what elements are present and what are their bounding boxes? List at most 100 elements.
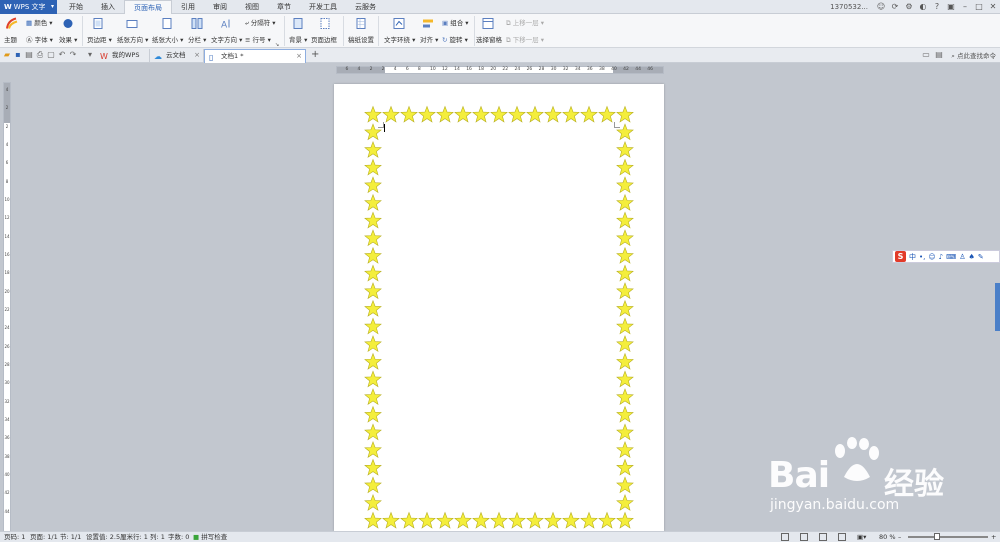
zoom-level[interactable]: 80 % — [879, 532, 896, 542]
menu-page-layout[interactable]: 页面布局 — [124, 0, 172, 14]
tab-document-1[interactable]: ▯ 文档1 * × — [204, 49, 306, 63]
tab-cloud-docs[interactable]: ☁ 云文档 × — [150, 49, 204, 63]
print-preview-icon[interactable]: ▢ — [46, 50, 56, 60]
smiley-icon[interactable]: ☺ — [875, 1, 887, 13]
spell-check-toggle[interactable]: ■ 拼写检查 — [193, 532, 227, 542]
reading-mode-icon[interactable]: ▣▾ — [857, 532, 866, 542]
print-icon[interactable]: ⎙ — [35, 50, 45, 60]
comment-icon[interactable]: ▭ — [921, 50, 931, 60]
page-border-button[interactable]: 页面边框 — [311, 34, 337, 44]
help-icon[interactable]: ? — [931, 1, 943, 13]
user-name[interactable]: 1370532... — [830, 3, 868, 11]
status-row[interactable]: 行: 1 — [133, 532, 148, 542]
maximize-icon[interactable]: □ — [973, 1, 985, 13]
menu-view[interactable]: 视图 — [236, 0, 268, 14]
ime-language[interactable]: 中 — [909, 252, 916, 262]
breaks-button[interactable]: ⤶ 分隔符 ▾ — [245, 17, 276, 28]
punctuation-icon[interactable]: •, — [919, 253, 925, 261]
close-tab-icon[interactable]: × — [296, 50, 302, 63]
side-panel-toggle[interactable] — [995, 283, 1000, 331]
effect-button[interactable]: 效果 ▾ — [59, 34, 77, 44]
menu-home[interactable]: 开始 — [60, 0, 92, 14]
columns-button[interactable]: 分栏 ▾ — [188, 34, 206, 44]
page-border-icon — [320, 18, 330, 29]
export-pdf-icon[interactable]: ▤ — [24, 50, 34, 60]
zoom-slider-track[interactable] — [908, 536, 988, 538]
text-wrap-button[interactable]: 文字环绕 ▾ — [384, 34, 415, 44]
selection-pane-button[interactable]: 选择窗格 — [476, 34, 502, 44]
group-button[interactable]: ▣ 组合 ▾ — [442, 17, 469, 27]
redo-icon[interactable]: ↷ — [68, 50, 78, 60]
send-backward-button[interactable]: ⧉ 下移一层 ▾ — [506, 34, 544, 45]
zoom-out-icon[interactable]: – — [898, 532, 901, 542]
border-star — [364, 388, 382, 406]
bring-forward-button[interactable]: ⧉ 上移一层 ▾ — [506, 17, 544, 28]
font-button[interactable]: Ⓐ 字体 ▾ — [26, 34, 53, 44]
view-full-icon[interactable] — [800, 533, 808, 541]
background-button[interactable]: 背景 ▾ — [289, 34, 307, 44]
app-menu-button[interactable]: W WPS 文字 ▾ — [0, 0, 57, 14]
border-star — [616, 229, 634, 247]
undo-icon[interactable]: ↶ — [57, 50, 67, 60]
border-star — [472, 511, 490, 529]
draft-settings-button[interactable]: 稿纸设置 — [348, 34, 374, 44]
status-page-code[interactable]: 页码: 1 — [4, 532, 25, 542]
user-icon[interactable]: ♙ — [959, 253, 965, 261]
tab-my-wps[interactable]: W 我的WPS — [96, 49, 150, 63]
border-star — [418, 511, 436, 529]
restore-window-icon[interactable]: ▣ — [945, 1, 957, 13]
close-icon[interactable]: ✕ — [987, 1, 999, 13]
open-folder-icon[interactable]: ▰ — [2, 50, 12, 60]
view-web-icon[interactable] — [819, 533, 827, 541]
orientation-button[interactable]: 纸张方向 ▾ — [117, 34, 148, 44]
document-page[interactable] — [334, 84, 664, 531]
wrench-icon[interactable]: ✎ — [978, 253, 984, 261]
ruler-tick-label: 20 — [4, 288, 10, 294]
menu-cloud[interactable]: 云服务 — [346, 0, 385, 14]
status-section[interactable]: 节: 1/1 — [60, 532, 81, 542]
skin-icon[interactable]: ◐ — [917, 1, 929, 13]
horizontal-ruler[interactable]: 6 4 2 2 4 6 8 10 12 14 16 18 20 22 24 26 28 30 32 34 36 38 40 4… — [336, 66, 664, 74]
sync-icon[interactable]: ⟳ — [889, 1, 901, 13]
menu-chapter[interactable]: 章节 — [268, 0, 300, 14]
paper-size-button[interactable]: 纸张大小 ▾ — [152, 34, 183, 44]
ruler-ticks: 6 4 2 2 4 6 8 10 12 14 16 18 20 22 24 26 28 30 32 34 36 38 40 4… — [337, 66, 663, 74]
new-tab-icon[interactable]: + — [311, 49, 319, 60]
ruler-tick-label: 34 — [574, 67, 581, 72]
chevron-down-icon[interactable]: ▾ — [85, 50, 95, 60]
smiley-icon[interactable]: ☺ — [928, 253, 935, 261]
menu-developer[interactable]: 开发工具 — [300, 0, 346, 14]
zoom-slider-handle[interactable] — [934, 533, 940, 540]
save-icon[interactable]: ▪ — [13, 50, 23, 60]
menu-review[interactable]: 审阅 — [204, 0, 236, 14]
view-page-icon[interactable] — [781, 533, 789, 541]
rotate-button[interactable]: ↻ 旋转 ▾ — [442, 34, 468, 44]
border-star — [616, 282, 634, 300]
menu-insert[interactable]: 插入 — [92, 0, 124, 14]
command-search[interactable]: ⌕ 点此查找命令 — [951, 50, 996, 61]
color-button[interactable]: ▦ 颜色 ▾ — [26, 17, 53, 27]
ime-toolbar[interactable]: S 中 •, ☺ ♪ ⌨ ♙ ♠ ✎ — [892, 250, 1000, 263]
zoom-in-icon[interactable]: + — [991, 532, 996, 542]
status-pages[interactable]: 页面: 1/1 — [30, 532, 58, 542]
microphone-icon[interactable]: ♪ — [939, 253, 943, 261]
gear-icon[interactable]: ⚙ — [903, 1, 915, 13]
vertical-ruler[interactable]: 4 2 2 4 6 8 10 12 14 16 18 20 22 24 26 28 30 32 34 36 38 40 42… — [3, 82, 11, 532]
theme-button[interactable]: 主题 — [4, 34, 17, 44]
menu-references[interactable]: 引用 — [172, 0, 204, 14]
layout-icon[interactable]: ▤ — [934, 50, 944, 60]
text-direction-button[interactable]: 文字方向 ▾ — [211, 34, 242, 44]
status-setting-value[interactable]: 设置值: 2.5厘米 — [86, 532, 133, 542]
line-numbers-button[interactable]: ≡ 行号 ▾ — [245, 34, 271, 44]
minimize-icon[interactable]: – — [959, 1, 971, 13]
view-outline-icon[interactable] — [838, 533, 846, 541]
status-column[interactable]: 列: 1 — [150, 532, 165, 542]
align-button[interactable]: 对齐 ▾ — [420, 34, 438, 44]
skin-icon[interactable]: ♠ — [969, 253, 975, 261]
status-word-count[interactable]: 字数: 0 — [168, 532, 189, 542]
keyboard-icon[interactable]: ⌨ — [946, 253, 956, 261]
close-tab-icon[interactable]: × — [194, 49, 200, 62]
border-star — [364, 476, 382, 494]
ruler-tick-label: 4 — [393, 67, 397, 72]
margins-button[interactable]: 页边距 ▾ — [87, 34, 112, 44]
